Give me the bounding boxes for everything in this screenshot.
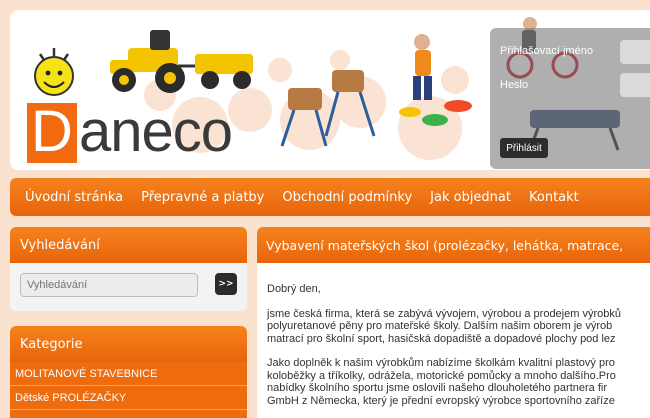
nav-item-shipping[interactable]: Přepravné a platby — [132, 190, 273, 205]
nav-item-contact[interactable]: Kontakt — [520, 190, 588, 205]
search-input[interactable] — [20, 273, 198, 297]
text-line: nabídky školního sportu jsme oslovili na… — [267, 382, 607, 394]
nav-item-how-to-order[interactable]: Jak objednat — [421, 190, 520, 205]
content-title: Vybavení mateřských škol (prolézačky, le… — [257, 227, 650, 263]
site-header: D aneco Přihlašovací jméno Heslo Přihlás… — [10, 10, 650, 170]
password-label: Heslo — [500, 79, 529, 91]
logo-word: aneco — [79, 99, 233, 164]
second-paragraph: Jako doplněk k našim výrobkům nabízíme š… — [267, 357, 650, 407]
nav-item-terms[interactable]: Obchodní podmínky — [273, 190, 421, 205]
categories-box: Kategorie MOLITANOVÉ STAVEBNICE Dětské P… — [10, 326, 247, 418]
daneco-logo[interactable]: D aneco — [27, 99, 233, 164]
category-item[interactable]: Dětské PROLÉZAČKY — [10, 386, 247, 410]
category-item[interactable]: MOLITANOVÉ STAVEBNICE — [10, 362, 247, 386]
category-item-partial[interactable] — [10, 410, 247, 418]
main-nav: Úvodní stránka Přepravné a platby Obchod… — [10, 178, 650, 216]
login-panel: Přihlašovací jméno Heslo Přihlásit — [490, 28, 650, 169]
text-line: GmbH z Německa, který je přední evropský… — [267, 394, 615, 407]
login-button[interactable]: Přihlásit — [500, 138, 548, 158]
nav-item-home[interactable]: Úvodní stránka — [16, 190, 132, 205]
text-line: jsme česká firma, která se zabývá vývoje… — [267, 307, 621, 320]
main-content: Vybavení mateřských škol (prolézačky, le… — [257, 227, 650, 418]
text-line: polyuretanové pěny pro mateřské školy. D… — [267, 320, 613, 332]
intro-paragraph: jsme česká firma, která se zabývá vývoje… — [267, 308, 650, 346]
text-line: matrací pro školní sport, hasičská dopad… — [267, 332, 616, 345]
content-body: Dobrý den, jsme česká firma, která se za… — [257, 263, 650, 407]
logo-letter: D — [27, 103, 77, 163]
username-label: Přihlašovací jméno — [500, 45, 593, 57]
categories-title: Kategorie — [10, 326, 247, 362]
username-field[interactable] — [620, 40, 650, 64]
search-box-title: Vyhledávání — [10, 227, 247, 263]
search-area: >> — [10, 263, 247, 311]
text-line: koloběžky a tříkolky, odrážela, motorick… — [267, 369, 616, 382]
greeting-text: Dobrý den, — [267, 283, 321, 295]
search-button[interactable]: >> — [215, 273, 237, 295]
search-box: Vyhledávání >> — [10, 227, 247, 311]
tractor-toy-image — [110, 30, 253, 93]
smiley-icon — [34, 48, 74, 96]
text-line: Jako doplněk k našim výrobkům nabízíme š… — [267, 357, 615, 369]
password-field[interactable] — [620, 73, 650, 97]
